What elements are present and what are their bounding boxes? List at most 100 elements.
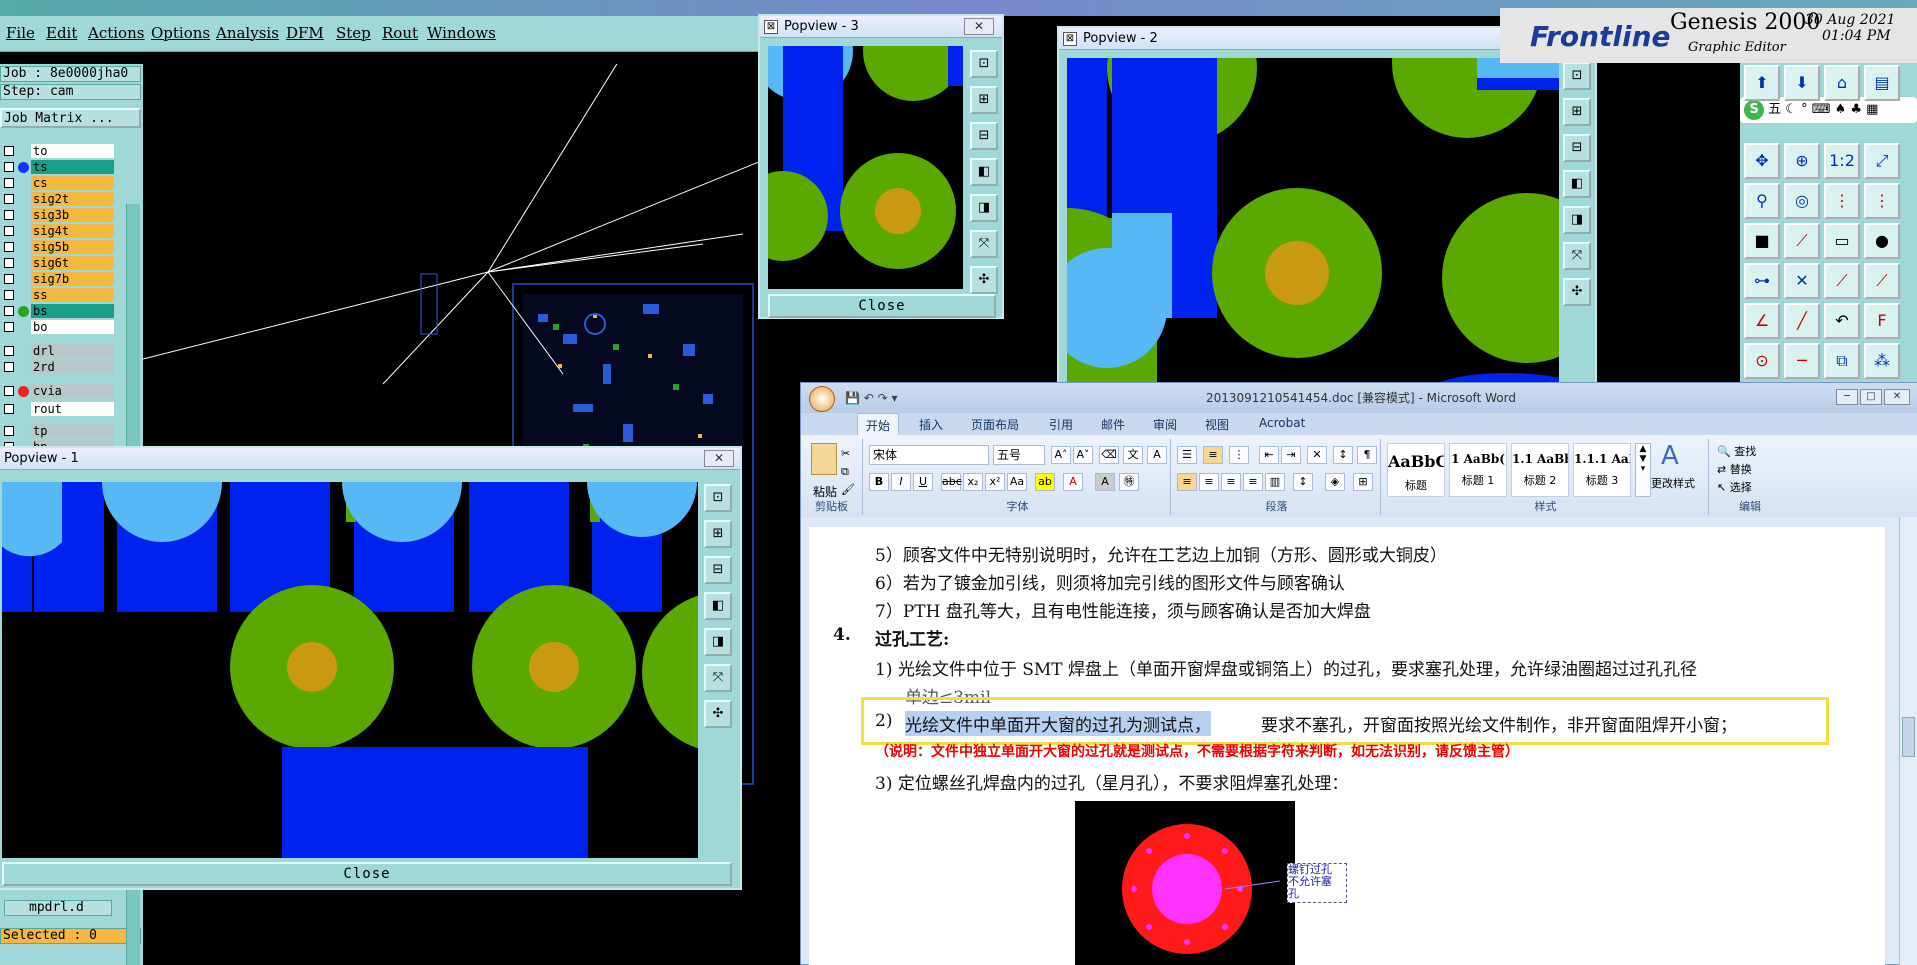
increase-indent-icon[interactable]: ⇥ bbox=[1281, 446, 1301, 464]
minimize-icon[interactable]: ─ bbox=[1836, 389, 1858, 405]
layer-checkbox[interactable] bbox=[4, 322, 14, 332]
font-color-icon[interactable]: A bbox=[1063, 473, 1083, 491]
layer-checkbox[interactable] bbox=[4, 178, 14, 188]
layer-checkbox[interactable] bbox=[4, 162, 14, 172]
layer-name[interactable]: sig3b bbox=[31, 208, 114, 222]
menu-file[interactable]: File bbox=[6, 24, 35, 42]
cross-icon[interactable]: ✕ bbox=[1784, 263, 1820, 299]
layer-row-bo[interactable]: bo bbox=[4, 320, 114, 334]
underline-icon[interactable]: U bbox=[913, 473, 933, 491]
layer-name[interactable]: ss bbox=[31, 288, 114, 302]
fit-button[interactable]: ⊡ bbox=[1563, 62, 1591, 90]
menu-dfm[interactable]: DFM bbox=[286, 24, 324, 42]
center-button[interactable]: ✣ bbox=[1563, 278, 1591, 306]
popview-3-close-x[interactable]: ✕ bbox=[964, 18, 994, 35]
window-list-icon[interactable]: ▤ bbox=[1864, 65, 1900, 101]
italic-icon[interactable]: I bbox=[891, 473, 911, 491]
layer-row-rout[interactable]: rout bbox=[4, 402, 114, 416]
popview-3-titlebar[interactable]: ⊠ Popview - 3 ✕ bbox=[760, 16, 1002, 38]
document-scrollbar[interactable] bbox=[1899, 517, 1917, 965]
center-button[interactable]: ✣ bbox=[970, 266, 998, 294]
show-marks-icon[interactable]: ¶ bbox=[1357, 446, 1377, 464]
layer-checkbox[interactable] bbox=[4, 258, 14, 268]
popview-2-view[interactable] bbox=[1067, 58, 1559, 388]
pan-left-button[interactable]: ◧ bbox=[970, 158, 998, 186]
find-button[interactable]: 🔍 查找 bbox=[1717, 443, 1756, 459]
pan-left-button[interactable]: ◧ bbox=[1563, 170, 1591, 198]
layer-checkbox[interactable] bbox=[4, 426, 14, 436]
pan-left-button[interactable]: ◧ bbox=[704, 592, 732, 620]
fit-button[interactable]: ⊡ bbox=[704, 484, 732, 512]
tab-insert[interactable]: 插入 bbox=[919, 416, 943, 433]
shrink-font-icon[interactable]: A˅ bbox=[1073, 446, 1093, 464]
tab-view[interactable]: 视图 bbox=[1205, 416, 1229, 433]
save-icon[interactable]: ⬇ bbox=[1784, 65, 1820, 101]
borders-icon[interactable]: ⊞ bbox=[1353, 473, 1373, 491]
menu-options[interactable]: Options bbox=[151, 24, 210, 42]
styles-scroll[interactable]: ▲ ▼ ▾ bbox=[1635, 443, 1651, 497]
phonetic-icon[interactable]: 文 bbox=[1123, 446, 1143, 464]
line-spacing-icon[interactable]: ↕ bbox=[1293, 473, 1313, 491]
layer-checkbox[interactable] bbox=[4, 362, 14, 372]
popview-1-view[interactable] bbox=[2, 482, 698, 858]
layer-row-drl[interactable]: drl bbox=[4, 344, 114, 358]
popview-3-close-button[interactable]: Close bbox=[768, 294, 996, 318]
zoom-in-button[interactable]: ⊞ bbox=[704, 520, 732, 548]
popview-1-titlebar[interactable]: Popview - 1 ✕ bbox=[0, 448, 740, 470]
layer-row-sig6t[interactable]: sig6t bbox=[4, 256, 114, 270]
close-icon[interactable]: ✕ bbox=[1884, 389, 1910, 405]
word-titlebar[interactable]: 💾 ↶ ↷ ▾ 2013091210541454.doc [兼容模式] - Mi… bbox=[801, 383, 1917, 413]
layer-name[interactable]: to bbox=[31, 144, 114, 158]
menu-windows[interactable]: Windows bbox=[427, 24, 496, 42]
layer-name[interactable]: bs bbox=[31, 304, 114, 318]
layer-row-sig5b[interactable]: sig5b bbox=[4, 240, 114, 254]
layer-row-bs[interactable]: bs bbox=[4, 304, 114, 318]
scroll-thumb[interactable] bbox=[1902, 717, 1915, 757]
tab-home[interactable]: 开始 bbox=[857, 413, 900, 435]
layer-row-cvia[interactable]: cvia bbox=[4, 384, 114, 398]
connect-icon[interactable]: ⟋ bbox=[1824, 263, 1860, 299]
center-button[interactable]: ✣ bbox=[704, 700, 732, 728]
pad-icon[interactable]: ■ bbox=[1744, 223, 1780, 259]
font-size-select[interactable]: 五号 bbox=[993, 445, 1045, 465]
layer-mpdrl[interactable]: mpdrl.d bbox=[4, 900, 112, 916]
subscript-icon[interactable]: x₂ bbox=[963, 473, 983, 491]
layer-checkbox[interactable] bbox=[4, 274, 14, 284]
layer-name[interactable]: 2rd bbox=[31, 360, 114, 374]
menu-rout[interactable]: Rout bbox=[382, 24, 418, 42]
style-3[interactable]: 1.1.1 AaB 标题 3 bbox=[1573, 443, 1631, 497]
dot-icon[interactable]: ● bbox=[1864, 223, 1900, 259]
layer-name[interactable]: rout bbox=[31, 402, 114, 416]
move-icon[interactable]: ✥ bbox=[1744, 143, 1780, 179]
zoom-fit-button[interactable]: ⤧ bbox=[1563, 242, 1591, 270]
font-name-select[interactable]: 宋体 bbox=[869, 445, 989, 465]
font-icon[interactable]: F bbox=[1864, 303, 1900, 339]
snap-icon[interactable]: ⋮ bbox=[1824, 183, 1860, 219]
style-0[interactable]: AaBbC(标题 bbox=[1387, 443, 1445, 497]
tab-acrobat[interactable]: Acrobat bbox=[1259, 416, 1305, 430]
layer-checkbox[interactable] bbox=[4, 404, 14, 414]
layer-name[interactable]: drl bbox=[31, 344, 114, 358]
home-icon[interactable]: ⌂ bbox=[1824, 65, 1860, 101]
layer-name[interactable]: ts bbox=[31, 160, 114, 174]
popview-1-close-x[interactable]: ✕ bbox=[704, 450, 734, 467]
slash-icon[interactable]: ╱ bbox=[1784, 303, 1820, 339]
align-center-icon[interactable]: ≡ bbox=[1199, 473, 1219, 491]
bold-icon[interactable]: B bbox=[869, 473, 889, 491]
open-icon[interactable]: ⬆ bbox=[1744, 65, 1780, 101]
target-icon[interactable]: ◎ bbox=[1784, 183, 1820, 219]
layer-name[interactable]: sig6t bbox=[31, 256, 114, 270]
quick-access-icons[interactable]: 💾 ↶ ↷ ▾ bbox=[845, 383, 898, 413]
tab-references[interactable]: 引用 bbox=[1049, 416, 1073, 433]
justify-icon[interactable]: ≡ bbox=[1243, 473, 1263, 491]
minus-icon[interactable]: ─ bbox=[1784, 343, 1820, 379]
layer-checkbox[interactable] bbox=[4, 290, 14, 300]
layer-name[interactable]: tp bbox=[31, 424, 114, 438]
popview-1-close-button[interactable]: Close bbox=[2, 862, 732, 886]
zoom-out-button[interactable]: ⊟ bbox=[1563, 134, 1591, 162]
zoom-fit-button[interactable]: ⤧ bbox=[704, 664, 732, 692]
layer-checkbox[interactable] bbox=[4, 242, 14, 252]
align-left-icon[interactable]: ≡ bbox=[1177, 473, 1197, 491]
layer-row-to[interactable]: to bbox=[4, 144, 114, 158]
layer-checkbox[interactable] bbox=[4, 346, 14, 356]
